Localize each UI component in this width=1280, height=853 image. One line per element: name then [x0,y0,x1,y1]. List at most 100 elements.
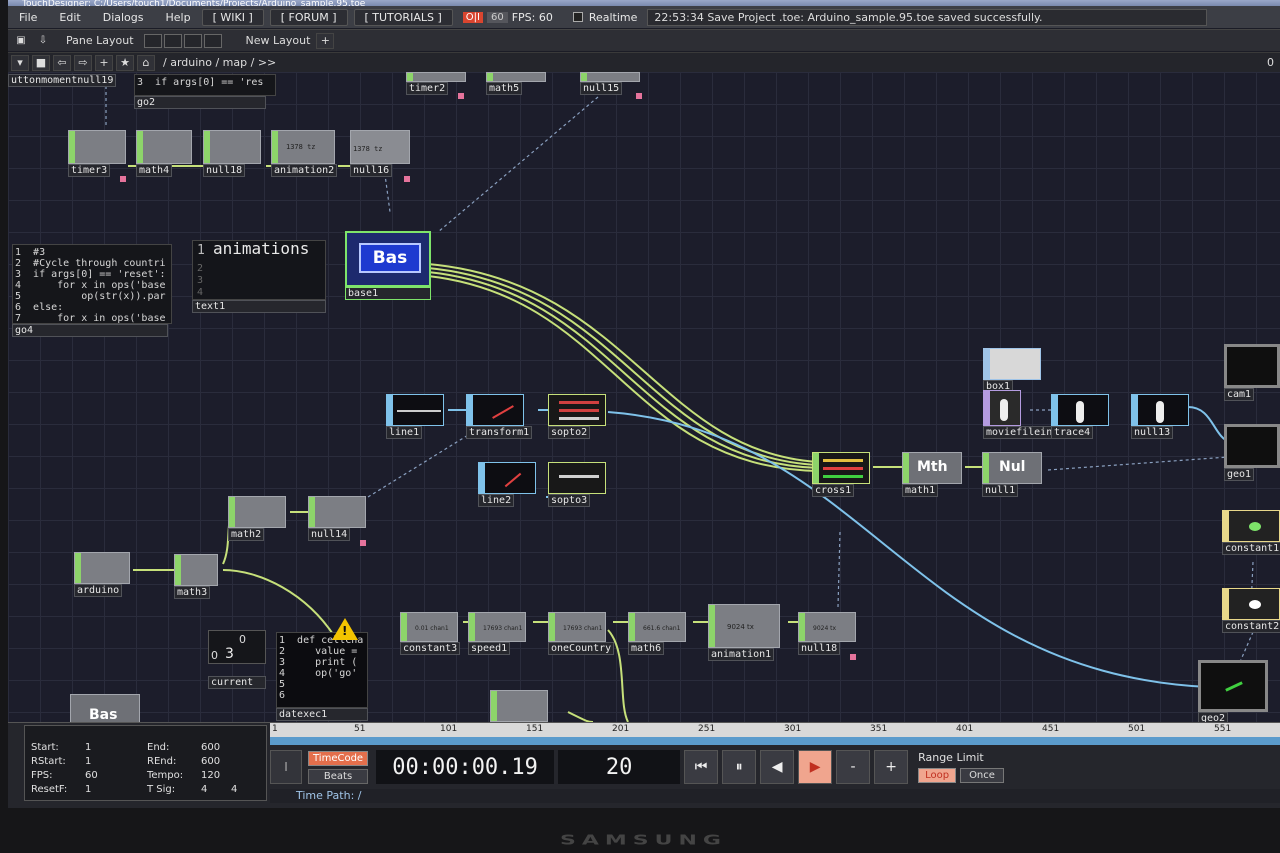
resetf-value[interactable]: 1 [85,784,91,795]
node-thumb [1222,588,1280,620]
plus-button[interactable]: + [874,750,909,784]
rstart-value[interactable]: 1 [85,756,91,767]
node-thumb: 9024 tx [708,604,780,648]
import-icon[interactable]: ⇩ [34,33,52,49]
forward-icon[interactable]: ⇨ [74,54,92,71]
start-value[interactable]: 1 [85,742,91,753]
wiki-link[interactable]: [ WIKI ] [201,8,264,26]
layout-bar: ▣ ⇩ Pane Layout New Layout + [8,29,1280,51]
pane-layout-label: Pane Layout [66,34,134,47]
node-thumb [203,130,261,164]
fps-value[interactable]: 60 [85,770,98,781]
home-icon[interactable]: ⌂ [137,54,155,71]
node-thumb [580,72,640,82]
dropdown-icon[interactable]: ▾ [11,54,29,71]
back-icon[interactable]: ⇦ [53,54,71,71]
node-label: math3 [174,586,211,599]
menu-help[interactable]: Help [155,11,202,24]
end-value[interactable]: 600 [201,742,220,753]
timeline-panel: Start: 1 End: 600 RStart: 1 REnd: 600 FP… [8,722,1280,808]
realtime-checkbox[interactable] [572,12,583,22]
pane-layout-quad[interactable] [203,33,222,48]
current-panel[interactable]: 0 0 3 [208,630,266,664]
node-label: datexec1 [276,708,368,721]
timeline-ruler[interactable]: 1 51 101 151 201 251 301 351 401 451 501… [270,723,1280,737]
node-label: geo1 [1224,468,1255,481]
loop-toggle[interactable]: Loop [918,768,957,783]
star-icon[interactable]: ★ [116,54,134,71]
pane-layout-split-h[interactable] [163,33,182,48]
go2-code[interactable]: 3 if args[0] == 'res [134,74,276,96]
dotted-wire [367,431,474,498]
node-thumb: 1378 tz [350,130,410,164]
node-label: null14 [308,528,351,541]
tutorials-link[interactable]: [ TUTORIALS ] [353,8,453,26]
stop-icon[interactable]: ■ [32,54,50,71]
current-value: 3 [225,646,234,662]
frame-display[interactable]: 20 [558,750,681,784]
node-thumb: Nul [982,452,1042,484]
math1-thumb-text: Mth [917,459,948,475]
once-toggle[interactable]: Once [960,768,1004,783]
rewind-button[interactable]: ⏮ [684,750,719,784]
transport-bar: I TimeCode Beats 00:00:00.19 20 ⏮ ⏸ ◀ ▶ … [270,747,1280,787]
text1-panel[interactable]: 1 2 3 4 animations [192,240,326,300]
pane-layout-split-v[interactable] [183,33,202,48]
node-thumb [174,554,218,586]
node-thumb: Bas [345,231,431,287]
new-layout-label[interactable]: New Layout [246,34,311,47]
window-icon[interactable]: ▣ [12,33,30,49]
text1-line-2: 2 [197,263,204,274]
ruler-tick: 1 [272,724,278,734]
base1-thumb-text: Bas [359,243,421,273]
null1-thumb-text: Nul [999,459,1026,475]
time-path[interactable]: Time Path: / [270,789,1280,803]
pane-layout-single[interactable] [143,33,162,48]
new-layout-button[interactable]: + [316,32,335,49]
menu-file[interactable]: File [8,11,48,24]
rend-value[interactable]: 600 [201,756,220,767]
network-path[interactable]: / arduino / map / >> [163,56,276,69]
timeline-range-bar[interactable] [270,737,1280,745]
play-button[interactable]: ▶ [798,750,833,784]
add-icon[interactable]: + [95,54,113,71]
forum-link[interactable]: [ FORUM ] [269,8,348,26]
node-thumb: 17693 chan1 [468,612,526,642]
timecode-toggle[interactable]: TimeCode [308,750,369,766]
node-label: timer2 [406,82,449,95]
node-label: moviefilein [983,426,1056,439]
node-label: math4 [136,164,173,177]
node-label: line1 [386,426,423,439]
pause-button[interactable]: ⏸ [722,750,757,784]
node-label: trace4 [1051,426,1094,439]
monitor-bezel: TouchDesigner: C:/Users/touch1/Documents… [0,0,1280,853]
beats-toggle[interactable]: Beats [308,768,369,784]
datexec-code[interactable]: 1 def cellCha 2 value = 3 print ( 4 op('… [276,632,368,708]
i-button[interactable]: I [270,750,302,784]
tsig-b[interactable]: 4 [231,784,237,795]
node-label: null16 [350,164,393,177]
rstart-label: RStart: [31,756,66,767]
timecode-display[interactable]: 00:00:00.19 [376,750,555,784]
minus-button[interactable]: - [836,750,871,784]
node-thumb: Mth [902,452,962,484]
oi-toggle[interactable]: O|I [462,11,483,23]
node-label: null13 [1131,426,1174,439]
go4-code[interactable]: 1 #3 2 #Cycle through countri 3 if args[… [12,244,172,324]
tsig-a[interactable]: 4 [201,784,207,795]
node-label: speed1 [468,642,511,655]
node-thumb [812,452,870,484]
path-right-value: 0 [1267,56,1274,69]
resetf-label: ResetF: [31,784,68,795]
tempo-value[interactable]: 120 [201,770,220,781]
text1-line-1: 1 [197,243,205,258]
menu-dialogs[interactable]: Dialogs [92,11,155,24]
network-editor[interactable]: timer2 math5 null15 uttonmomentnull19 3 … [8,72,1280,722]
step-back-button[interactable]: ◀ [760,750,795,784]
node-label: geo2 [1198,712,1229,722]
menu-edit[interactable]: Edit [48,11,91,24]
tsig-label: T Sig: [147,784,176,795]
node-thumb [386,394,444,426]
node-thumb [983,390,1021,426]
node-label: null1 [982,484,1019,497]
